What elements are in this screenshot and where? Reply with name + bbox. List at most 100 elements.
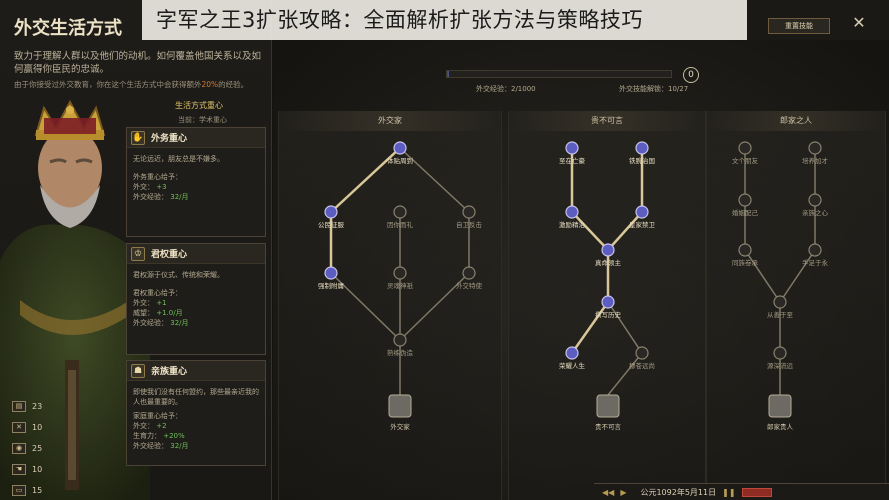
perk-connector <box>607 211 643 251</box>
focus-gain-label: 君权重心给予： <box>133 289 182 297</box>
focus-card-body: 无论远近，朋友总是不嫌多。 外务重心给予： 外交： +3 外交经验： 32/月 <box>127 148 265 208</box>
education-bonus-text: 由于你接受过外交教育，你在这个生活方式中会获得额外20%的经验。 <box>14 80 266 90</box>
trait-icon <box>596 394 620 418</box>
perk-node[interactable]: 培养加才 <box>802 141 829 165</box>
perk-node[interactable]: 真命领主 <box>595 243 622 267</box>
perk-label: 外交特使 <box>456 281 483 290</box>
focus-desc: 即使我们没有任何盟约，那些最亲近我的人也最重要的。 <box>133 388 259 406</box>
current-focus: 当前：学术重心 <box>178 116 227 124</box>
capstone-trait[interactable]: 郎家贵人 <box>767 394 794 431</box>
focus-xp-value: 32/月 <box>170 193 189 201</box>
focus-name: 亲族重心 <box>151 367 188 377</box>
perk-node[interactable]: 激励精治 <box>559 205 586 229</box>
lifestyle-panel: 外交生活方式 致力于理解人群以及他们的动机。如何覆盖他国关系以及如何赢得你臣民的… <box>0 0 272 500</box>
focus-card-majesty[interactable]: ♔ 君权重心 君权源于仪式、传统和荣耀。 君权重心给予： 外交： +1 威望： … <box>126 243 266 355</box>
focus-name: 外务重心 <box>151 134 188 144</box>
focus-xp-line: 外交经验： 32/月 <box>133 442 189 450</box>
reset-perks-button[interactable]: 重置技能 <box>768 18 830 34</box>
perk-node[interactable]: 源深流远 <box>767 346 794 370</box>
perk-label: 强制附庸 <box>318 281 345 290</box>
perk-node[interactable]: 亲族之心 <box>802 193 829 217</box>
capstone-trait[interactable]: 贵不可言 <box>595 394 622 431</box>
focus-bonus-value: +1.0/月 <box>156 309 183 317</box>
perk-label: 源深流远 <box>767 361 794 370</box>
close-icon[interactable]: ✕ <box>851 15 867 31</box>
stat-stewardship[interactable]: ◉ 25 <box>12 438 52 459</box>
focus-bonus-line: 外交： +2 <box>133 422 167 430</box>
perk-node[interactable]: 至在亡豪 <box>559 141 586 165</box>
perk-node[interactable]: 从善于至 <box>767 295 794 319</box>
education-bonus-suffix: 的经验。 <box>218 80 249 89</box>
perk-node[interactable]: 撰写历史 <box>595 295 622 319</box>
pause-icon[interactable]: ❚❚ <box>722 488 735 497</box>
coins-icon: ◉ <box>12 443 26 454</box>
perk-node[interactable]: 铁腕治国 <box>629 141 655 165</box>
perk-node[interactable]: 婚姻配己 <box>732 193 759 217</box>
stat-learning[interactable]: ▭ 15 <box>12 480 52 500</box>
family-icon: ☗ <box>131 363 145 378</box>
focus-desc: 君权源于仪式、传统和荣耀。 <box>133 271 224 279</box>
handshake-icon: ✋ <box>131 130 145 145</box>
focus-card-family[interactable]: ☗ 亲族重心 即使我们没有任何盟约，那些最亲近我的人也最重要的。 家庭重心给予：… <box>126 360 266 466</box>
perk-connector <box>779 249 816 303</box>
perk-label: 亲族之心 <box>802 208 829 217</box>
perk-label: 撰写历史 <box>595 310 622 319</box>
trait-icon <box>768 394 792 418</box>
trait-icon <box>388 394 412 418</box>
perk-node[interactable]: 灵魂神祇 <box>387 266 414 290</box>
focus-bonus-line: 外交： +1 <box>133 299 167 307</box>
focus-card-body: 即使我们没有任何盟约，那些最亲近我的人也最重要的。 家庭重心给予： 外交： +2… <box>127 381 265 457</box>
perk-node[interactable]: 熟练伪造 <box>387 333 414 357</box>
education-bonus-percent: 20% <box>201 80 219 89</box>
trait-label: 贵不可言 <box>595 422 622 431</box>
perk-label: 皇家禁卫 <box>629 220 656 229</box>
focus-xp-line: 外交经验： 32/月 <box>133 319 189 327</box>
perk-icon <box>601 295 615 309</box>
perk-connector <box>570 301 610 354</box>
swords-icon: ✕ <box>12 422 26 433</box>
focus-desc: 无论远近，朋友总是不嫌多。 <box>133 155 224 163</box>
perk-label: 同族卷承 <box>732 258 759 267</box>
perk-label: 至在亡豪 <box>559 156 586 165</box>
perk-icon <box>565 346 579 360</box>
perk-label: 因你而礼 <box>387 220 414 229</box>
stat-martial[interactable]: ✕ 10 <box>12 417 52 438</box>
perk-node[interactable]: 公民征服 <box>318 205 345 229</box>
perk-icon <box>808 193 822 207</box>
perk-node[interactable]: 外交特使 <box>456 266 483 290</box>
perk-node[interactable]: 皇家禁卫 <box>629 205 656 229</box>
perk-label: 荣耀人生 <box>559 361 586 370</box>
perk-node[interactable]: 体贴周到 <box>387 141 413 165</box>
perk-icon <box>635 141 649 155</box>
game-speed-indicator[interactable] <box>741 487 772 497</box>
perk-connector <box>571 211 609 251</box>
play-icon[interactable]: ▶ <box>620 488 626 497</box>
perk-node[interactable]: 同族卷承 <box>732 243 759 267</box>
focus-xp-line: 外交经验： 32/月 <box>133 193 189 201</box>
perk-label: 文个朋友 <box>732 156 759 165</box>
focus-gain-label: 外务重心给予： <box>133 173 182 181</box>
perk-node[interactable]: 荣耀人生 <box>559 346 586 370</box>
crown-icon: ♔ <box>131 246 145 261</box>
perk-icon <box>635 346 649 360</box>
perk-node[interactable]: 手足于永 <box>802 243 829 267</box>
perk-label: 自卫反击 <box>456 220 483 229</box>
capstone-trait[interactable]: 外交家 <box>388 394 412 431</box>
perk-node[interactable]: 穆苍远尚 <box>629 346 655 370</box>
perk-label: 培养加才 <box>802 156 829 165</box>
stat-intrigue[interactable]: ☚ 10 <box>12 459 52 480</box>
perk-icon <box>393 141 407 155</box>
perk-node[interactable]: 文个朋友 <box>732 141 759 165</box>
panel-title: 外交生活方式 <box>14 18 122 39</box>
perk-node[interactable]: 自卫反击 <box>456 205 483 229</box>
stat-diplomacy[interactable]: ▤ 23 <box>12 396 52 417</box>
perk-node[interactable]: 因你而礼 <box>387 205 414 229</box>
perk-node[interactable]: 强制附庸 <box>318 266 345 290</box>
perk-connector <box>607 301 643 354</box>
perk-icon <box>808 141 822 155</box>
perk-icon <box>565 141 579 155</box>
focus-bonus-line: 外交： +3 <box>133 183 167 191</box>
focus-card-body: 君权源于仪式、传统和荣耀。 君权重心给予： 外交： +1 威望： +1.0/月 … <box>127 264 265 334</box>
focus-card-diplomacy[interactable]: ✋ 外务重心 无论远近，朋友总是不嫌多。 外务重心给予： 外交： +3 外交经验… <box>126 127 266 237</box>
trait-label: 外交家 <box>390 422 410 431</box>
